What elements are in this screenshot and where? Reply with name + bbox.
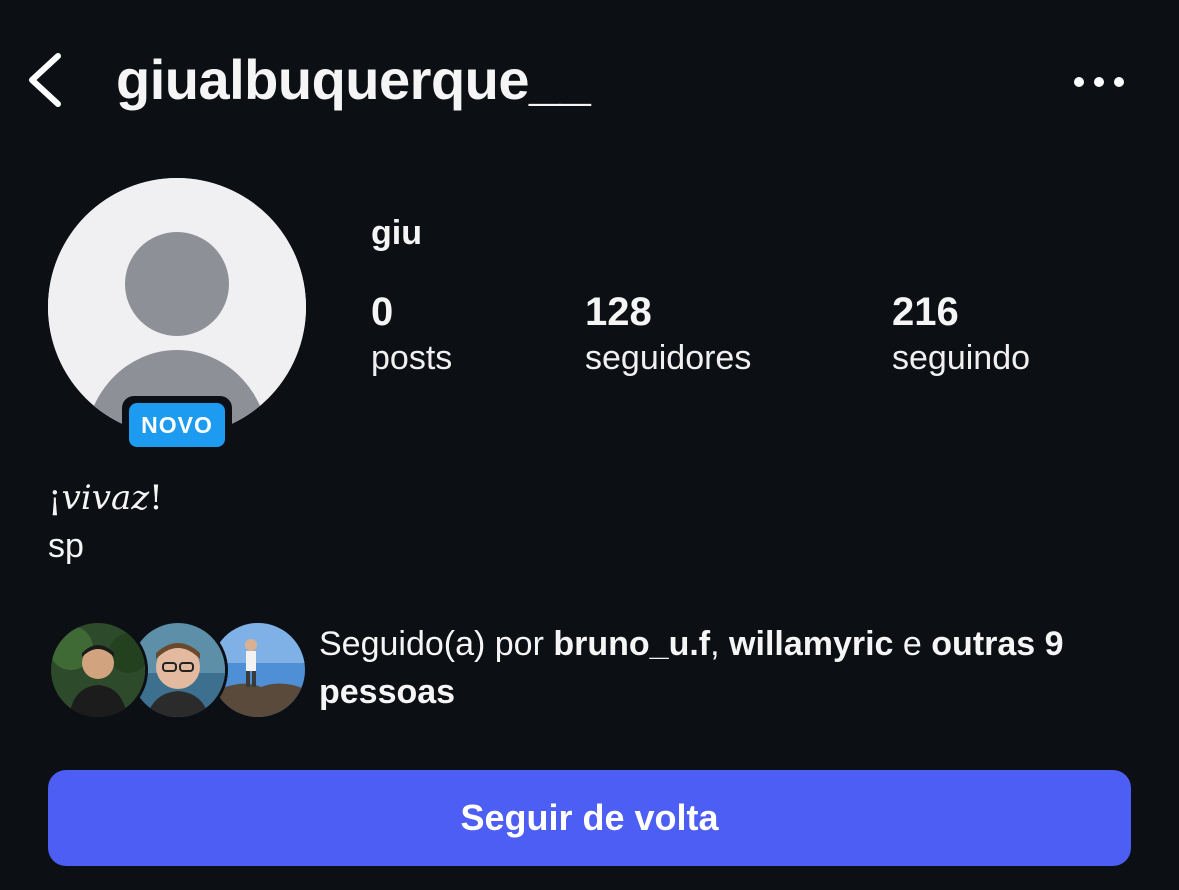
stat-posts-label: posts xyxy=(371,339,453,377)
mutual-avatar-1 xyxy=(48,620,148,720)
mutual-user-1: bruno_u.f xyxy=(553,625,711,663)
display-name: giu xyxy=(371,214,422,252)
stat-followers-label: seguidores xyxy=(585,339,752,377)
stat-posts: 0 posts xyxy=(371,288,452,380)
chevron-left-icon xyxy=(29,53,61,107)
stat-followers-value: 128 xyxy=(585,290,652,334)
bio-line-2: sp xyxy=(48,527,84,565)
followed-by-separator: , xyxy=(710,625,730,663)
bio-prefix: ¡ xyxy=(48,478,62,518)
stat-following-value: 216 xyxy=(892,290,959,334)
stat-followers[interactable]: 128 seguidores xyxy=(585,288,751,380)
mutual-user-2: willamyric xyxy=(729,625,894,663)
new-badge-label: NOVO xyxy=(129,403,225,447)
more-options-button[interactable] xyxy=(1067,62,1131,102)
profile-bio: ¡vivaz! sp xyxy=(48,474,163,570)
profile-page: giualbuquerque__ NOVO giu 0 posts 128 se… xyxy=(0,0,1179,890)
bio-suffix: ! xyxy=(149,478,163,518)
stat-following[interactable]: 216 seguindo xyxy=(892,288,1030,380)
mutual-followers-avatars[interactable] xyxy=(48,620,308,720)
followed-by-conjunction: e xyxy=(893,625,932,663)
back-button[interactable] xyxy=(24,48,72,112)
follow-back-button[interactable]: Seguir de volta xyxy=(48,770,1131,866)
bio-line-1: ¡vivaz! xyxy=(48,474,163,522)
bio-italic-word: vivaz xyxy=(61,478,150,518)
stat-following-label: seguindo xyxy=(892,339,1031,377)
more-horizontal-icon xyxy=(1074,77,1124,87)
profile-username: giualbuquerque__ xyxy=(116,48,591,111)
stat-posts-value: 0 xyxy=(371,290,394,334)
mutual-followers-text[interactable]: Seguido(a) por bruno_u.f, willamyric e o… xyxy=(319,620,1139,716)
followed-by-prefix: Seguido(a) por xyxy=(319,625,554,663)
new-badge: NOVO xyxy=(122,396,232,454)
